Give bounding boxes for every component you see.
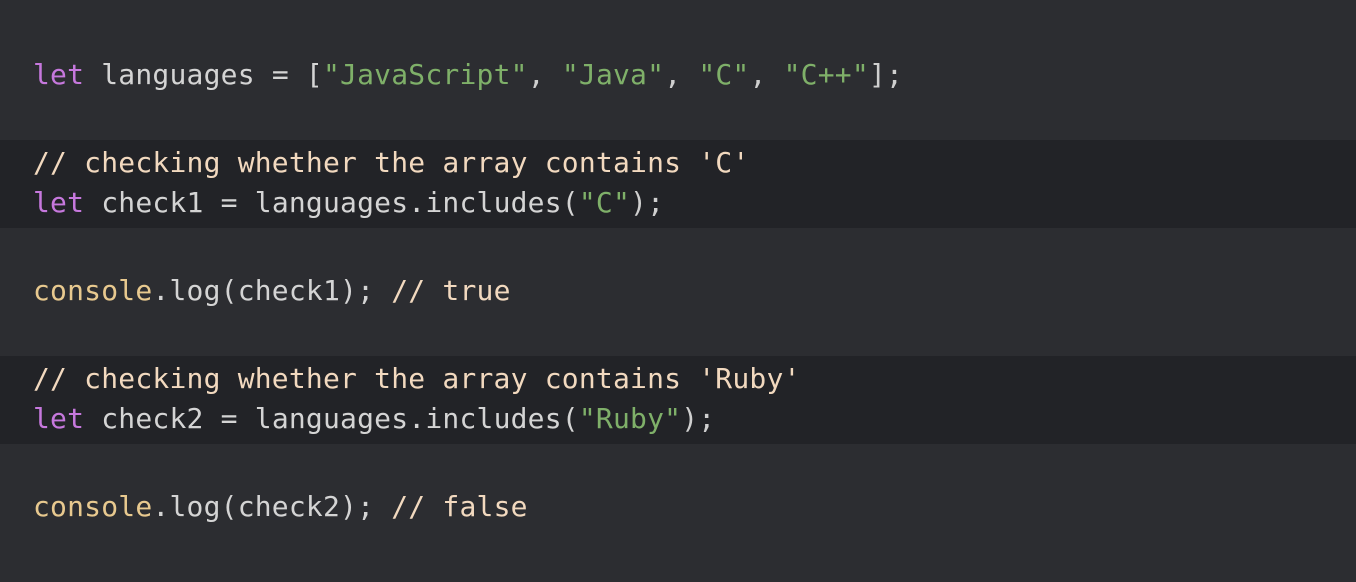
string-literal: "Ruby" [578, 402, 682, 435]
code-block[interactable]: let languages = ["JavaScript", "Java", "… [0, 0, 1356, 582]
code-line-1: let languages = ["JavaScript", "Java", "… [33, 55, 903, 95]
keyword-let: let [33, 58, 85, 91]
punctuation: , [664, 58, 699, 91]
keyword-let: let [33, 402, 85, 435]
punctuation: , [749, 58, 784, 91]
code-text: check2 = languages.includes( [84, 402, 579, 435]
string-literal: "JavaScript" [323, 58, 528, 91]
code-line-4: console.log(check1); // true [33, 271, 511, 311]
code-comment: // checking whether the array contains '… [33, 362, 801, 395]
punctuation: , [527, 58, 562, 91]
punctuation: ]; [868, 58, 904, 91]
code-comment: // checking whether the array contains '… [33, 146, 750, 179]
code-line-7: console.log(check2); // false [33, 487, 528, 527]
string-literal: "Java" [561, 58, 665, 91]
code-line-5: // checking whether the array contains '… [33, 359, 801, 399]
code-comment: // true [391, 274, 511, 307]
string-literal: "C" [698, 58, 750, 91]
code-text: check1 = languages.includes( [84, 186, 579, 219]
punctuation: ); [630, 186, 665, 219]
console-object: console [33, 274, 153, 307]
keyword-let: let [33, 186, 85, 219]
code-comment: // false [391, 490, 528, 523]
punctuation: ); [681, 402, 716, 435]
string-literal: "C++" [783, 58, 869, 91]
console-object: console [33, 490, 153, 523]
code-text: .log(check2); [152, 490, 392, 523]
code-text: .log(check1); [152, 274, 392, 307]
code-line-2: // checking whether the array contains '… [33, 143, 749, 183]
string-literal: "C" [578, 186, 631, 219]
code-line-3: let check1 = languages.includes("C"); [33, 183, 664, 223]
code-line-6: let check2 = languages.includes("Ruby"); [33, 399, 715, 439]
code-text: languages = [ [84, 58, 323, 91]
